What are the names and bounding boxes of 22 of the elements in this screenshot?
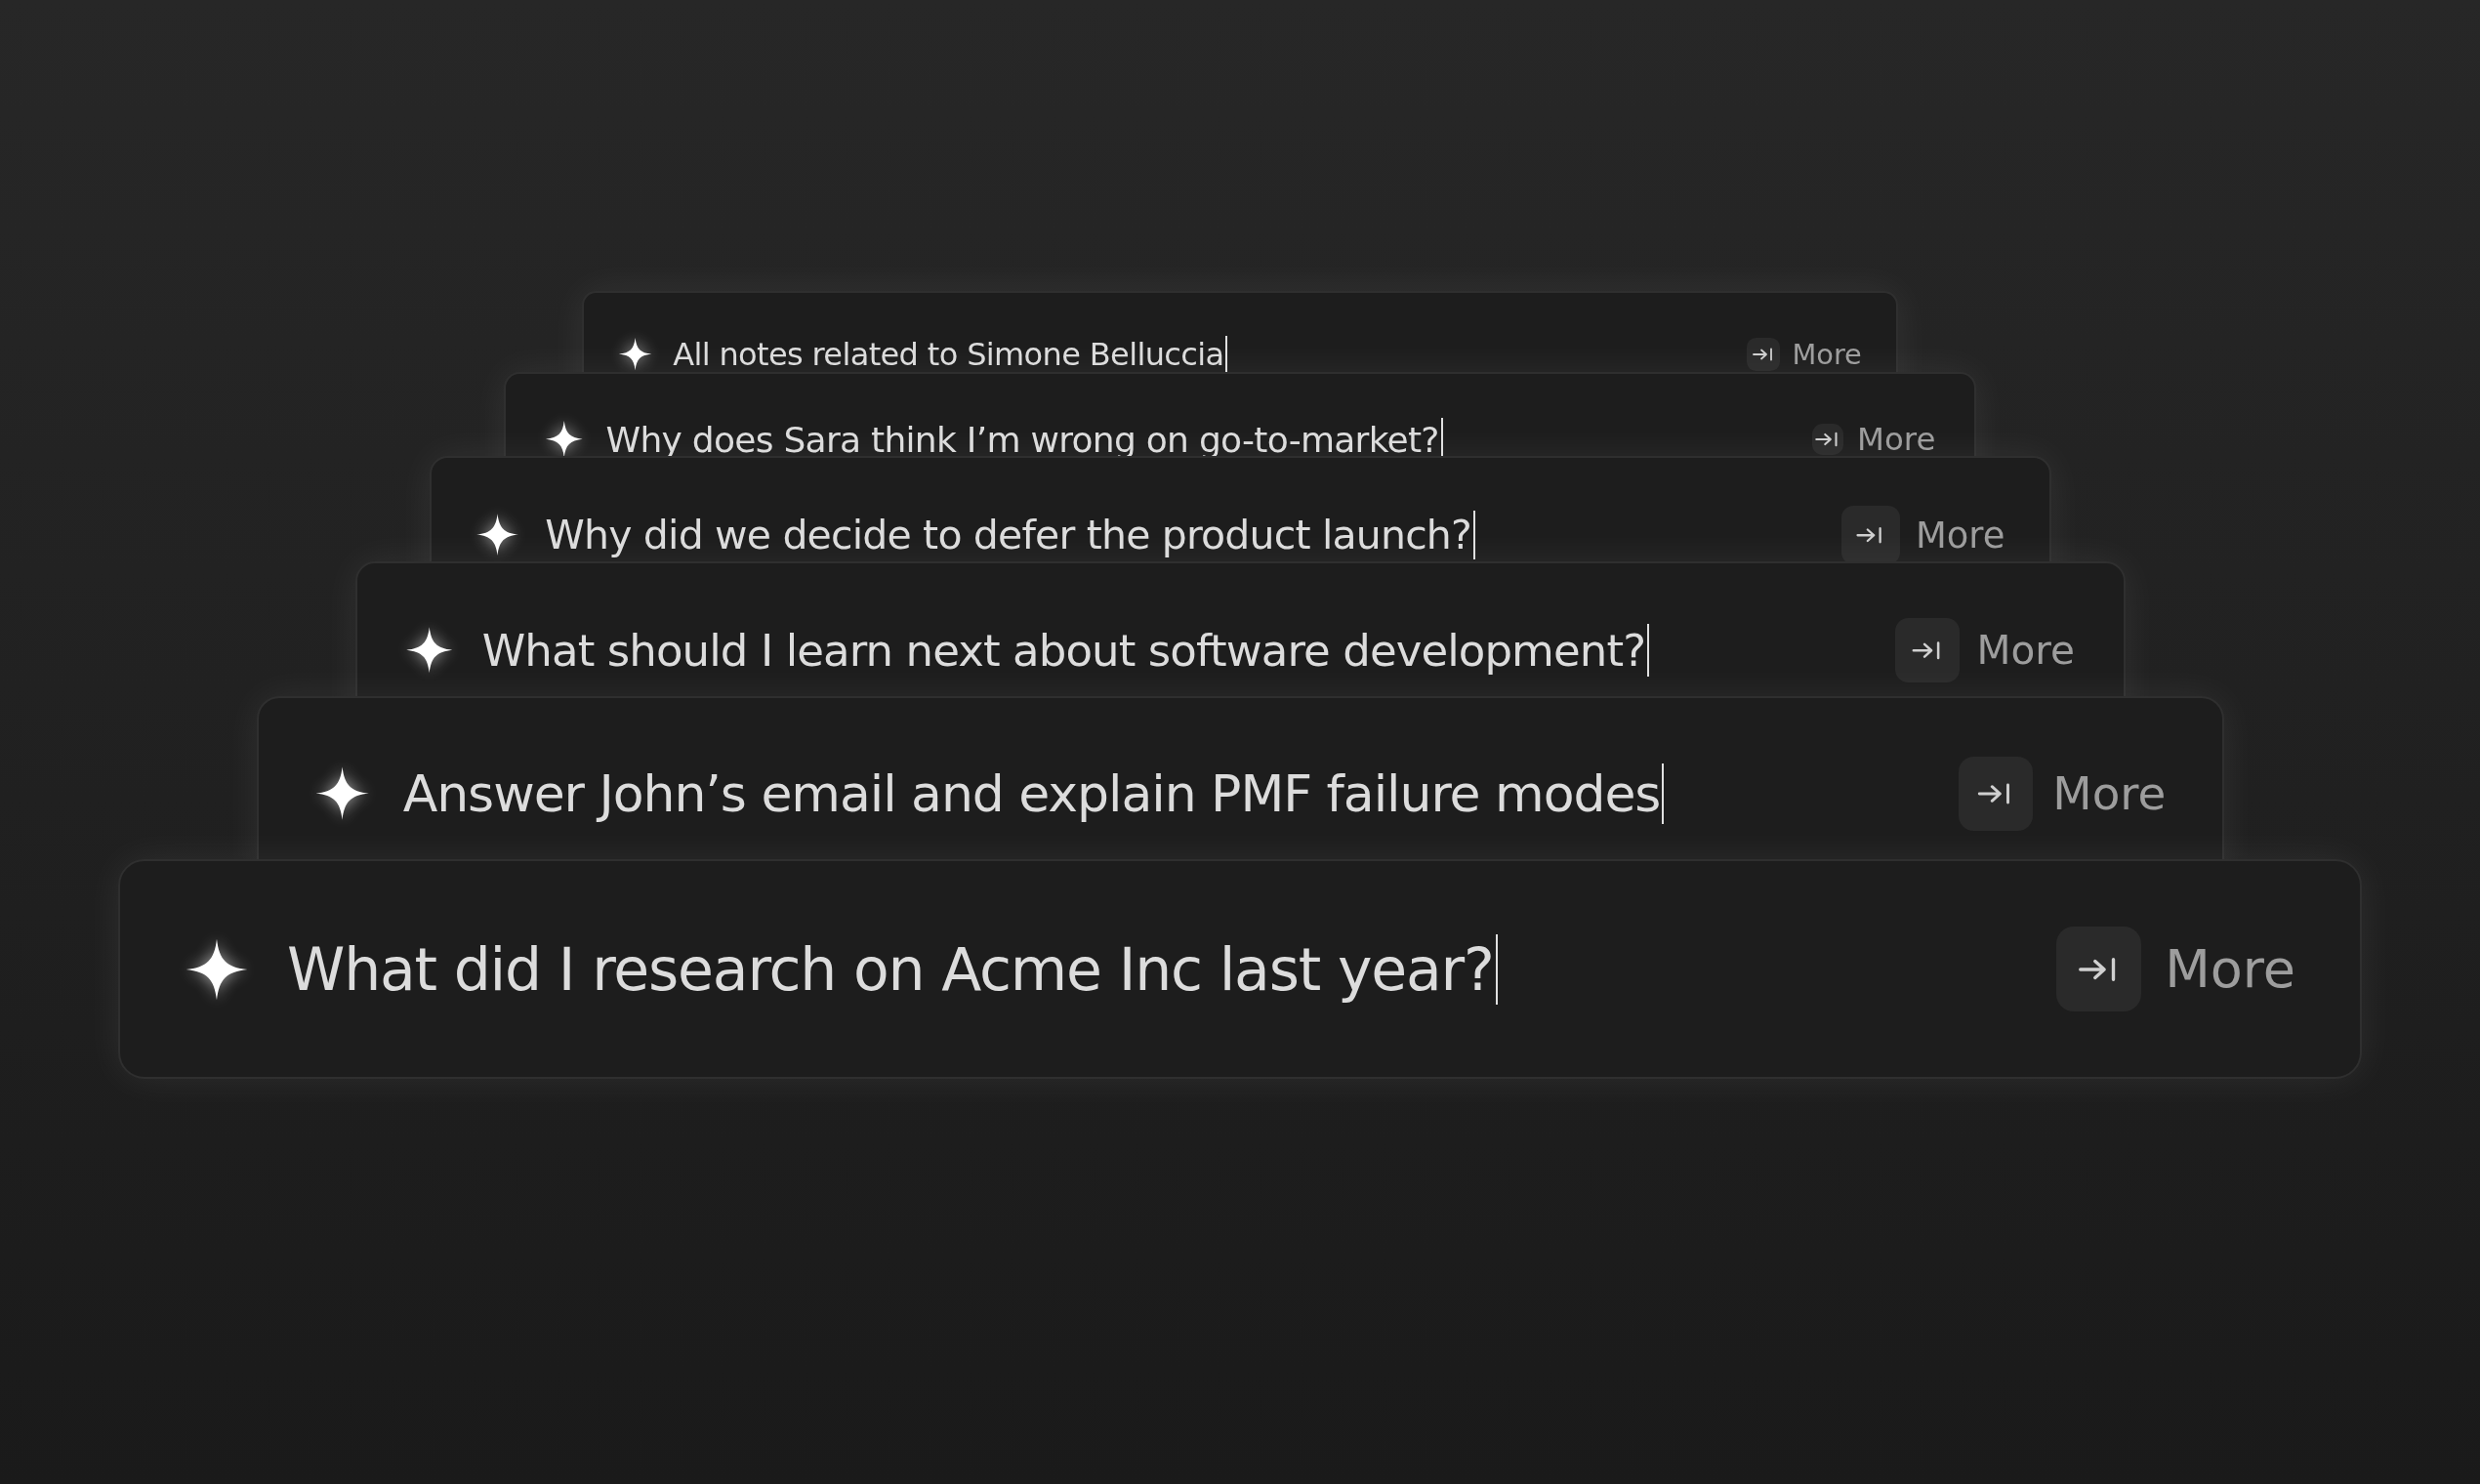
query-text: What should I learn next about software development? bbox=[481, 624, 1646, 677]
query-text: Answer John’s email and explain PMF failure modes bbox=[402, 764, 1661, 823]
tab-key-icon[interactable] bbox=[1747, 338, 1780, 371]
query-text: Why did we decide to defer the product launch? bbox=[545, 512, 1471, 558]
more-label[interactable]: More bbox=[2052, 767, 2167, 820]
tab-key-icon[interactable] bbox=[1841, 506, 1900, 564]
more-label[interactable]: More bbox=[1976, 627, 2075, 674]
tab-key-icon[interactable] bbox=[1812, 424, 1843, 455]
search-bar[interactable]: What did I research on Acme Inc last year? More bbox=[118, 859, 2362, 1079]
more-label[interactable]: More bbox=[2165, 938, 2295, 1000]
tab-key-icon[interactable] bbox=[1895, 618, 1960, 682]
sparkle-icon bbox=[313, 765, 370, 822]
more-label[interactable]: More bbox=[1857, 421, 1936, 458]
query-text: All notes related to Simone Belluccia bbox=[673, 336, 1224, 373]
query-text: What did I research on Acme Inc last year? bbox=[287, 934, 1494, 1004]
more-label[interactable]: More bbox=[1792, 338, 1862, 371]
more-label[interactable]: More bbox=[1915, 514, 2005, 556]
tab-key-icon[interactable] bbox=[2056, 927, 2142, 1011]
tab-key-icon[interactable] bbox=[1959, 757, 2033, 831]
sparkle-icon bbox=[405, 626, 454, 675]
sparkle-icon bbox=[618, 337, 653, 372]
sparkle-icon bbox=[475, 513, 519, 557]
